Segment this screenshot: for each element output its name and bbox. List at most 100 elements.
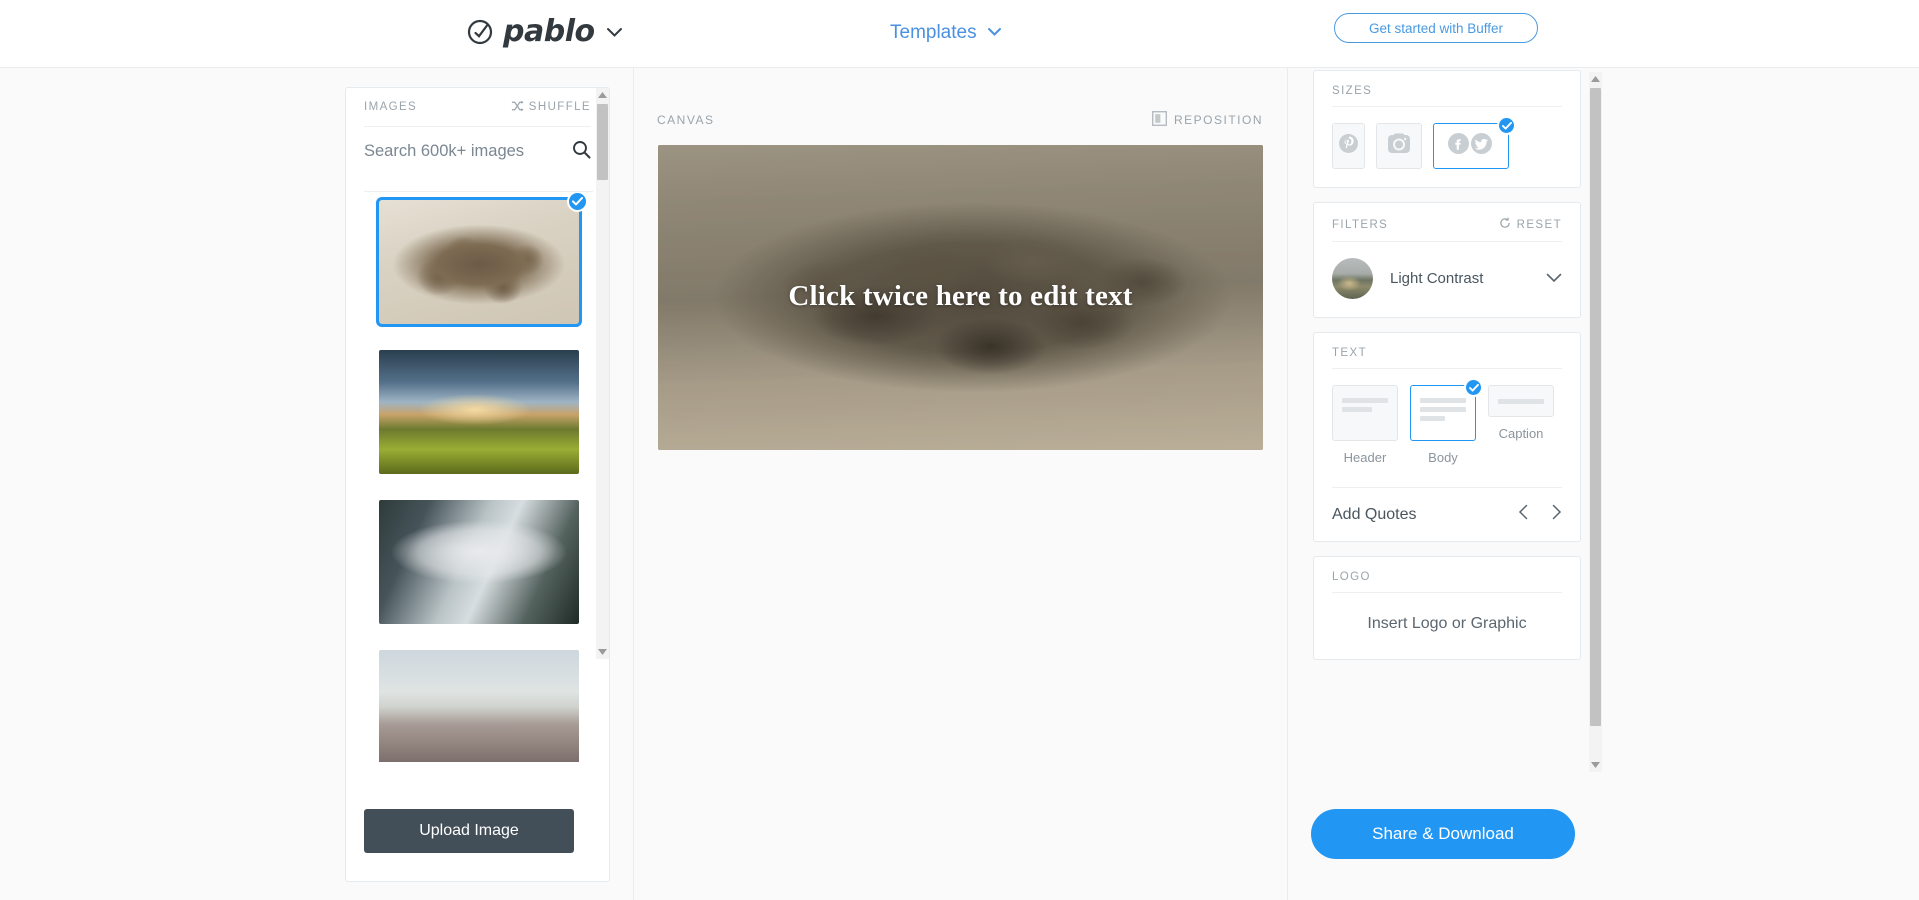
search-input[interactable] — [364, 142, 554, 161]
text-style-body-label: Body — [1428, 450, 1458, 465]
preview-line — [1342, 407, 1373, 412]
preview-line — [1420, 416, 1446, 421]
reposition-button[interactable]: REPOSITION — [1151, 110, 1263, 129]
templates-menu[interactable]: Templates — [890, 22, 1002, 44]
reposition-icon — [1151, 110, 1167, 129]
images-scrollbar[interactable] — [596, 88, 609, 659]
text-card-header: TEXT — [1314, 333, 1580, 368]
text-style-header-preview — [1332, 385, 1398, 441]
check-icon — [566, 192, 588, 212]
text-style-body-preview — [1410, 378, 1483, 441]
text-card-body: Header Body Caption — [1314, 369, 1580, 483]
reset-label: RESET — [1516, 218, 1562, 231]
shuffle-icon — [511, 100, 524, 115]
check-icon — [1497, 116, 1516, 135]
logo-title: LOGO — [1332, 571, 1371, 583]
chevron-left-icon[interactable] — [1518, 504, 1529, 525]
reset-circle-icon — [1499, 217, 1511, 232]
list-item[interactable] — [378, 650, 579, 762]
text-style-caption-label: Caption — [1498, 426, 1544, 441]
triangle-up-icon[interactable] — [1589, 72, 1602, 86]
right-sidebar-scrollbar[interactable] — [1589, 72, 1602, 772]
pablo-logo-text: pablo — [503, 14, 595, 49]
shuffle-button[interactable]: SHUFFLE — [511, 100, 591, 115]
thumbnail-forest-sunset — [378, 350, 579, 474]
images-scrollbar-thumb[interactable] — [597, 104, 608, 180]
thumbnail-city-skyline — [378, 650, 579, 762]
app-header: pablo Templates Get started with Buffer — [0, 0, 1919, 68]
canvas-stage[interactable]: Click twice here to edit text — [658, 145, 1263, 450]
thumbnail-foggy-valley — [378, 500, 579, 624]
filter-preview-thumbnail — [1332, 258, 1373, 299]
text-style-caption[interactable]: Caption — [1488, 385, 1554, 441]
size-option-pinterest[interactable] — [1332, 123, 1365, 169]
image-thumbnail-scroll-area[interactable] — [364, 191, 593, 762]
filters-card-header: FILTERS RESET — [1314, 203, 1580, 241]
canvas-text[interactable]: Click twice here to edit text — [658, 279, 1263, 312]
add-quotes-row: Add Quotes — [1314, 488, 1580, 541]
chevron-right-icon[interactable] — [1551, 504, 1562, 525]
sizes-title: SIZES — [1332, 85, 1373, 97]
text-style-header[interactable]: Header — [1332, 385, 1398, 465]
preview-line — [1420, 407, 1466, 412]
list-item[interactable] — [378, 350, 579, 474]
preview-line — [1420, 398, 1466, 403]
list-item[interactable] — [375, 192, 588, 327]
image-thumbnail-list — [364, 192, 593, 762]
image-search-row — [364, 126, 591, 176]
images-panel-title: IMAGES — [364, 101, 418, 113]
logo-card: LOGO Insert Logo or Graphic — [1313, 556, 1581, 660]
right-divider — [1287, 68, 1288, 900]
size-options — [1332, 116, 1562, 169]
check-icon — [1464, 378, 1483, 397]
get-started-with-buffer-button[interactable]: Get started with Buffer — [1334, 13, 1538, 43]
text-style-options: Header Body Caption — [1332, 378, 1562, 465]
logo-card-header: LOGO — [1314, 557, 1580, 592]
sizes-card-body — [1314, 107, 1580, 187]
share-and-download-button[interactable]: Share & Download — [1311, 809, 1575, 859]
insert-logo-button[interactable]: Insert Logo or Graphic — [1314, 593, 1580, 659]
filter-selector[interactable]: Light Contrast — [1332, 258, 1562, 299]
upload-image-button[interactable]: Upload Image — [364, 809, 574, 853]
left-divider — [633, 68, 634, 900]
images-panel: IMAGES SHUFFLE Search 600k+ images Uploa… — [345, 87, 610, 882]
chevron-down-icon[interactable] — [1546, 270, 1562, 288]
filter-name: Light Contrast — [1390, 270, 1484, 287]
filters-card-body: Light Contrast — [1314, 242, 1580, 317]
triangle-up-icon[interactable] — [596, 88, 609, 102]
list-item[interactable] — [378, 500, 579, 624]
templates-label: Templates — [890, 22, 977, 43]
text-title: TEXT — [1332, 347, 1367, 359]
shuffle-label: SHUFFLE — [528, 101, 591, 113]
size-option-facebook-twitter[interactable] — [1433, 116, 1516, 169]
facebook-twitter-icon — [1448, 133, 1494, 159]
sizes-card-header: SIZES — [1314, 71, 1580, 106]
canvas-header: CANVAS REPOSITION — [657, 110, 1263, 130]
canvas-title: CANVAS — [657, 113, 715, 127]
reset-filters-button[interactable]: RESET — [1499, 217, 1562, 232]
add-quotes-label[interactable]: Add Quotes — [1332, 506, 1417, 524]
chevron-down-icon — [987, 24, 1002, 42]
text-style-caption-preview — [1488, 385, 1554, 417]
pinterest-icon — [1339, 134, 1358, 158]
triangle-down-icon[interactable] — [596, 645, 609, 659]
text-card: TEXT Header Body Caption Add Quotes — [1313, 332, 1581, 542]
search-icon[interactable] — [572, 140, 591, 164]
size-option-instagram[interactable] — [1376, 123, 1422, 169]
instagram-icon — [1388, 133, 1410, 160]
reposition-label: REPOSITION — [1173, 113, 1263, 127]
pablo-logo[interactable]: pablo — [466, 14, 623, 49]
filters-title: FILTERS — [1332, 218, 1389, 231]
pablo-circle-check-icon — [466, 18, 494, 46]
right-sidebar-scrollbar-thumb[interactable] — [1590, 88, 1601, 726]
sizes-card: SIZES — [1313, 70, 1581, 188]
triangle-down-icon[interactable] — [1589, 758, 1602, 772]
filters-card: FILTERS RESET Light Contrast — [1313, 202, 1581, 318]
thumbnail-coffee-beans — [378, 200, 579, 324]
quotes-navigation — [1518, 504, 1562, 525]
preview-line — [1342, 398, 1388, 403]
chevron-down-icon — [606, 25, 623, 43]
preview-line — [1498, 399, 1544, 404]
right-sidebar: SIZES FILTERS RESET Light Contrast TEXT … — [1313, 70, 1581, 770]
text-style-body[interactable]: Body — [1410, 378, 1483, 465]
